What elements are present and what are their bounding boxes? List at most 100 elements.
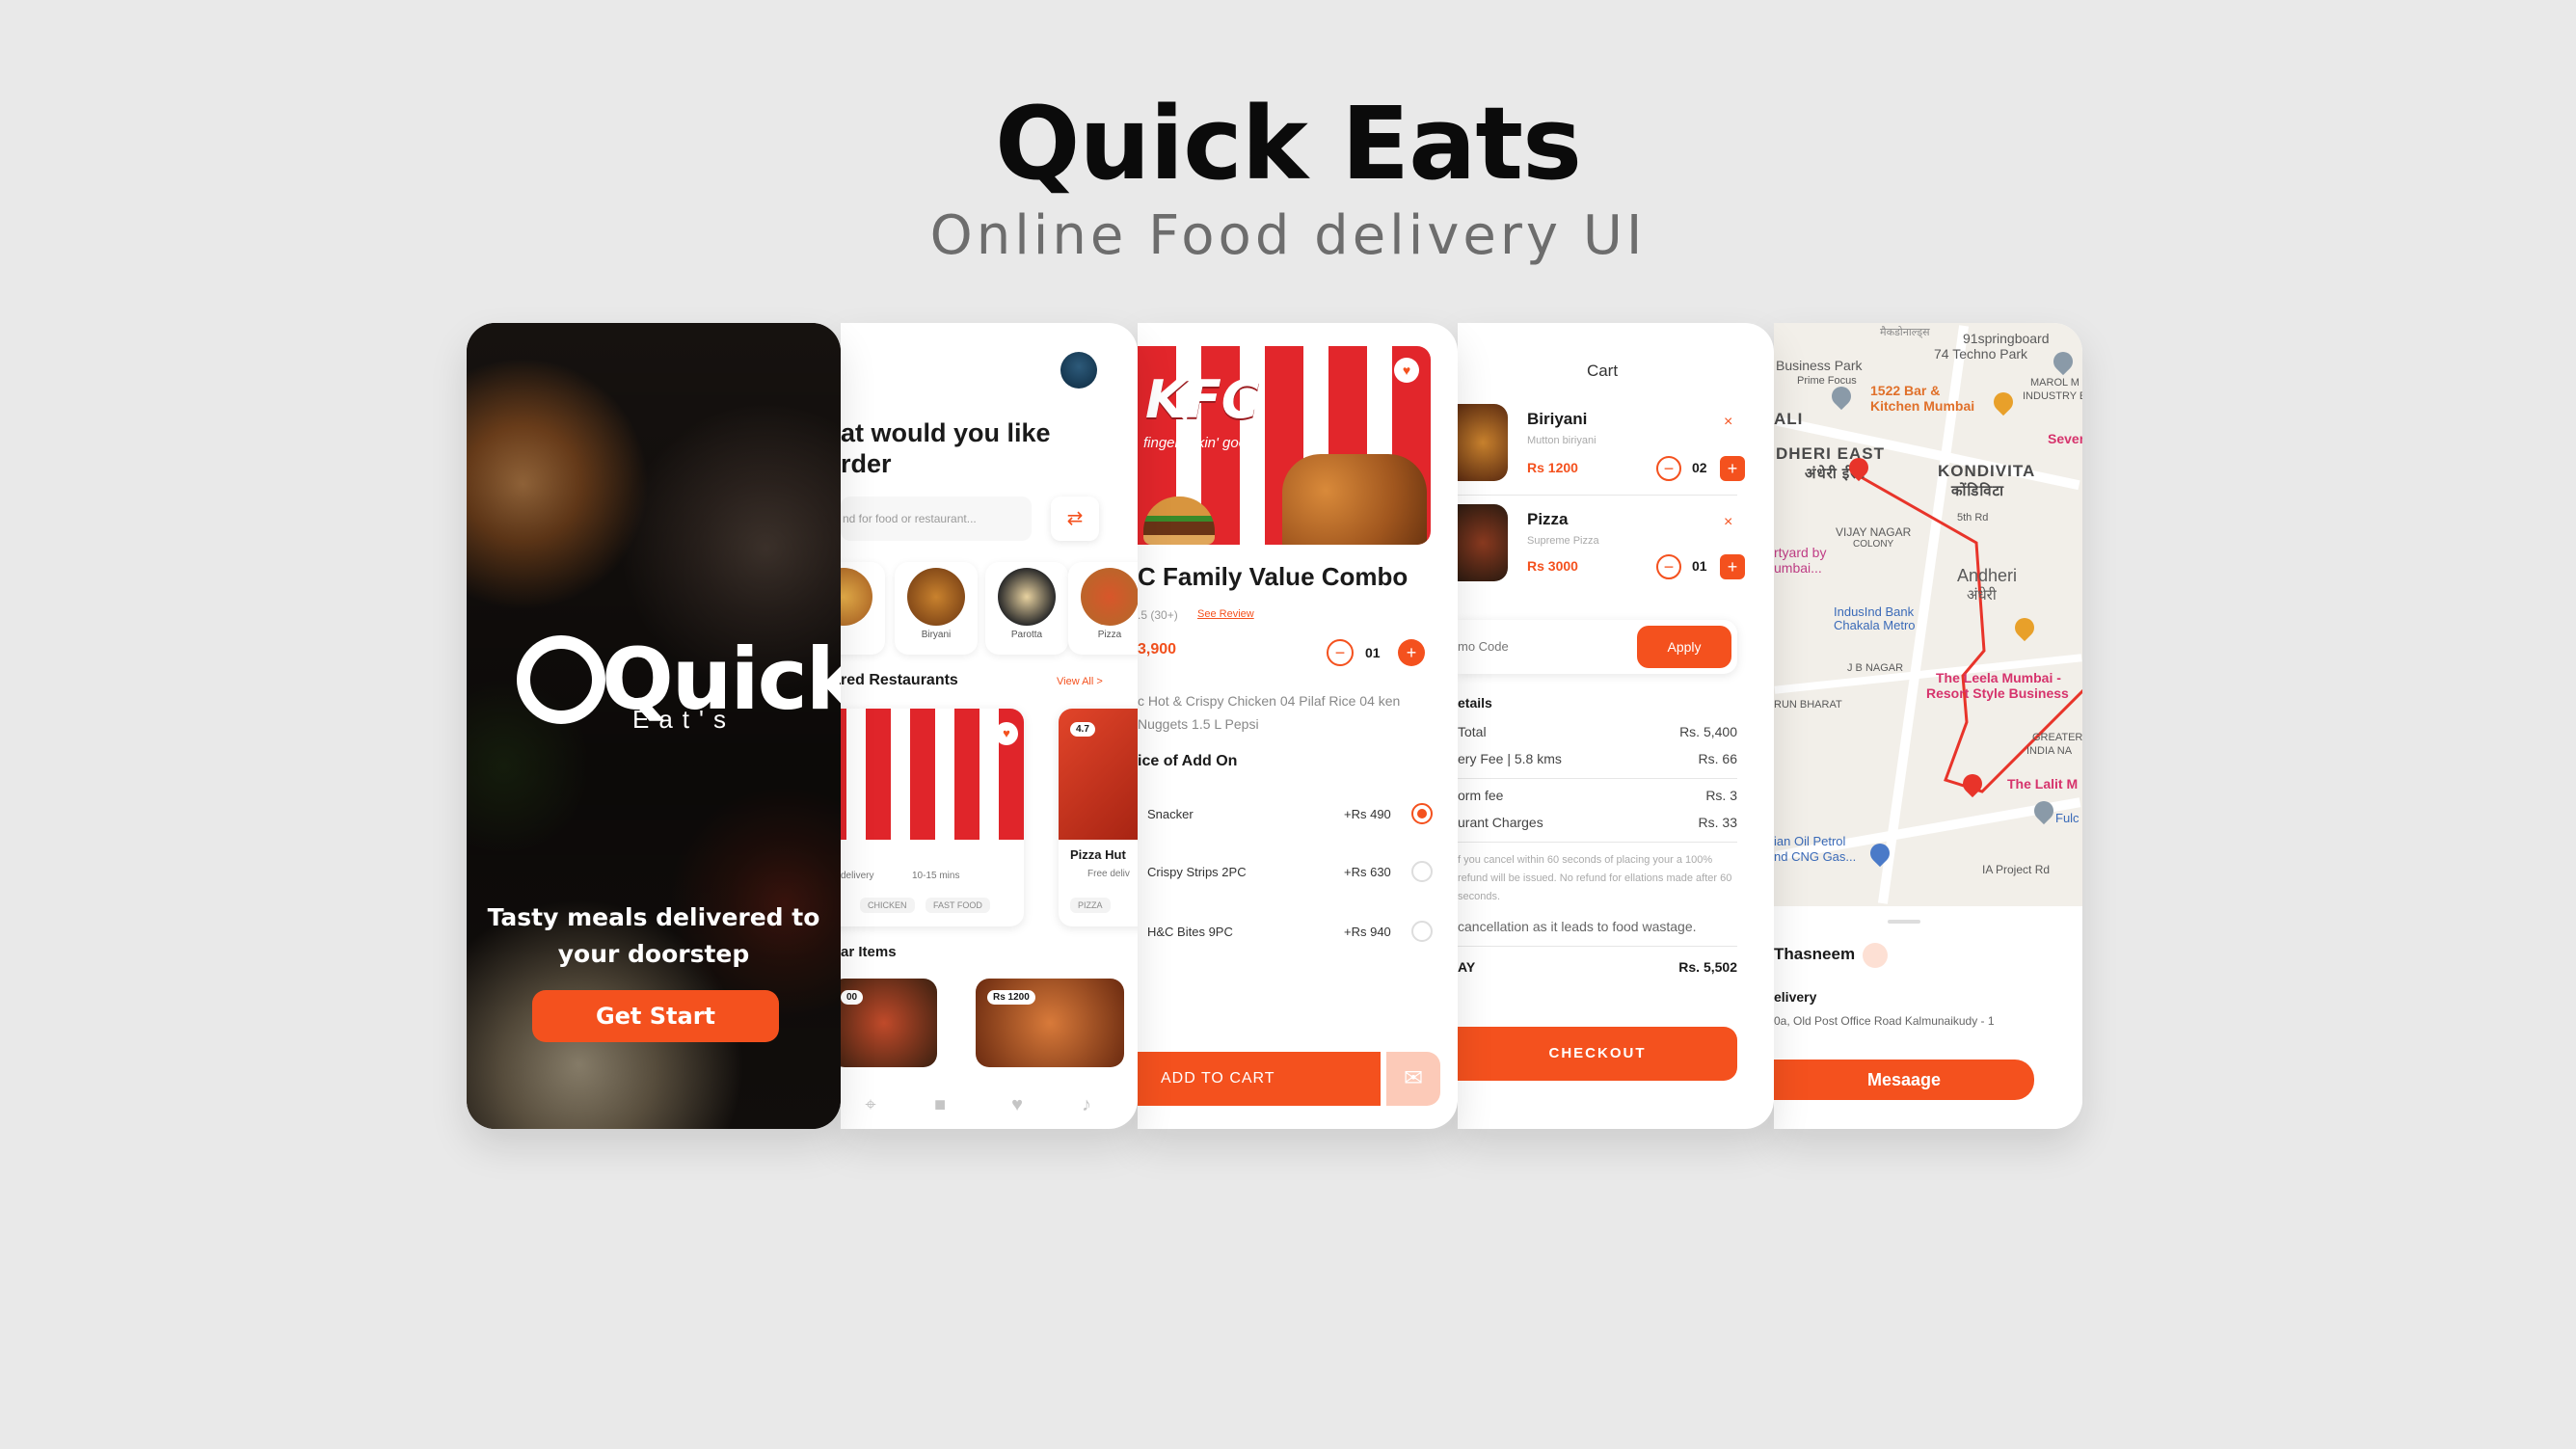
bill-label: Total	[1458, 724, 1487, 739]
restaurant-card[interactable]: 4.7 Pizza Hut Free deliv PIZZA	[1059, 709, 1138, 926]
map-label: VIJAY NAGAR	[1836, 525, 1912, 539]
splash-tagline: Tasty meals delivered to your doorstep	[487, 903, 820, 968]
quantity-value: 02	[1692, 460, 1707, 475]
splash-screen: Quick Eat's Tasty meals delivered to you…	[467, 323, 841, 1129]
close-icon[interactable]: ×	[1724, 514, 1732, 531]
featured-title: red Restaurants	[841, 672, 958, 688]
minus-icon[interactable]: −	[1656, 554, 1681, 579]
minus-icon[interactable]: −	[1656, 456, 1681, 481]
map-label: RUN BHARAT	[1774, 699, 1842, 711]
heart-icon[interactable]: ♥	[1006, 1094, 1028, 1115]
bill-label: urant Charges	[1458, 815, 1543, 830]
search-input[interactable]: nd for food or restaurant...	[841, 496, 1032, 541]
driver-name: Thasneem	[1774, 945, 1856, 963]
category-image	[998, 568, 1056, 626]
burger-image	[1143, 496, 1215, 545]
delivery-map[interactable]: मैकडोनाल्ड्स 91springboard 74 Techno Par…	[1774, 323, 2082, 906]
location-icon[interactable]: ⌖	[860, 1094, 881, 1115]
category-image	[841, 568, 872, 626]
close-icon[interactable]: ×	[1724, 414, 1732, 431]
total-label: AY	[1458, 959, 1476, 975]
bill-label: orm fee	[1458, 788, 1504, 803]
map-label: Business Park	[1776, 358, 1863, 373]
brand-slogan: finger lickin' good	[1143, 435, 1255, 451]
restaurant-image: ♥	[841, 709, 1024, 840]
checkout-button[interactable]: CHECKOUT	[1458, 1027, 1737, 1081]
category-item[interactable]: Biryani	[895, 562, 978, 655]
message-button[interactable]: Mesaage	[1774, 1060, 2034, 1100]
restaurant-card[interactable]: ♥ delivery 10-15 mins CHICKEN FAST FOOD	[841, 709, 1024, 926]
radio-unselected[interactable]	[1411, 861, 1433, 882]
cancellation-note: f you cancel within 60 seconds of placin…	[1458, 854, 1732, 902]
map-label: ian Oil Petrol	[1774, 834, 1846, 848]
divider	[1458, 946, 1737, 947]
plus-icon[interactable]: +	[1398, 639, 1425, 666]
category-label: Biryani	[921, 630, 952, 640]
heart-icon[interactable]: ♥	[1394, 358, 1419, 383]
bill-line: orm fee Rs. 3	[1458, 788, 1737, 803]
product-hero-image: KFC finger lickin' good	[1138, 346, 1431, 545]
map-label: nd CNG Gas...	[1774, 849, 1857, 864]
map-label: 5th Rd	[1957, 512, 1989, 523]
addon-title: ice of Add On	[1138, 753, 1238, 769]
map-label: मैकडोनाल्ड्स	[1880, 327, 1930, 338]
bag-icon[interactable]: ■	[929, 1094, 951, 1115]
divider	[1458, 778, 1737, 779]
total-value: Rs. 5,502	[1678, 959, 1737, 975]
page-title: Quick Eats	[995, 85, 1582, 202]
radio-selected[interactable]	[1411, 803, 1433, 824]
product-rating: .5 (30+)	[1138, 608, 1178, 622]
bill-value: Rs. 5,400	[1679, 724, 1737, 739]
category-label: Pizza	[1097, 630, 1122, 640]
cart-icon[interactable]: ✉	[1386, 1052, 1440, 1106]
bill-line: urant Charges Rs. 33	[1458, 815, 1737, 830]
drag-handle[interactable]	[1888, 920, 1920, 924]
map-label: umbai...	[1774, 560, 1822, 576]
add-to-cart-button[interactable]: ADD TO CART	[1138, 1052, 1381, 1106]
addon-option[interactable]: Snacker +Rs 490	[1147, 803, 1433, 824]
view-all-link[interactable]: View All >	[1057, 676, 1103, 687]
popular-item[interactable]: 00	[841, 979, 937, 1067]
plus-icon[interactable]: +	[1720, 554, 1745, 579]
map-label: अंधेरी	[1967, 587, 1997, 604]
cart-title: Cart	[1586, 362, 1619, 380]
radio-unselected[interactable]	[1411, 921, 1433, 942]
delivery-title: elivery	[1774, 989, 1817, 1005]
item-image	[1458, 404, 1508, 481]
total-line: AY Rs. 5,502	[1458, 959, 1737, 975]
bill-line: ery Fee | 5.8 kms Rs. 66	[1458, 751, 1737, 766]
category-item[interactable]: Pizza	[1068, 562, 1138, 655]
promo-code-field[interactable]: mo Code Apply	[1458, 620, 1737, 674]
category-item[interactable]	[841, 562, 885, 655]
bottom-tab-bar: ⌖ ■ ♥ ♪	[841, 1085, 1138, 1129]
apply-button[interactable]: Apply	[1637, 626, 1731, 668]
map-label: 91springboard	[1963, 331, 2050, 346]
filter-button[interactable]: ⇄	[1051, 496, 1099, 541]
map-label: Resort Style Business	[1926, 685, 2069, 701]
map-label: Kitchen Mumbai	[1870, 398, 1975, 414]
avatar	[1863, 943, 1888, 968]
popular-item[interactable]: Rs 1200	[976, 979, 1124, 1067]
plus-icon[interactable]: +	[1720, 456, 1745, 481]
map-label: rtyard by	[1774, 545, 1827, 560]
brand-logo: KFC	[1145, 369, 1260, 430]
delivery-text: delivery	[841, 871, 874, 881]
heart-icon[interactable]: ♥	[995, 722, 1018, 745]
addon-option[interactable]: Crispy Strips 2PC +Rs 630	[1147, 861, 1433, 882]
addon-option[interactable]: H&C Bites 9PC +Rs 940	[1147, 921, 1433, 942]
map-label: IndusInd Bank	[1834, 604, 1915, 619]
category-item[interactable]: Parotta	[985, 562, 1068, 655]
minus-icon[interactable]: −	[1327, 639, 1354, 666]
avatar[interactable]	[1060, 352, 1097, 389]
bill-value: Rs. 3	[1705, 788, 1737, 803]
see-review-link[interactable]: See Review	[1197, 608, 1254, 620]
category-image	[907, 568, 965, 626]
food-image	[1282, 454, 1427, 545]
product-title: C Family Value Combo	[1138, 562, 1409, 591]
map-label: INDUSTRY E	[2023, 390, 2082, 402]
rating-badge: 4.7	[1070, 722, 1095, 737]
item-name: Pizza	[1527, 510, 1569, 528]
bell-icon[interactable]: ♪	[1076, 1094, 1097, 1115]
get-start-button[interactable]: Get Start	[532, 990, 779, 1042]
popular-title: ar Items	[841, 944, 897, 960]
